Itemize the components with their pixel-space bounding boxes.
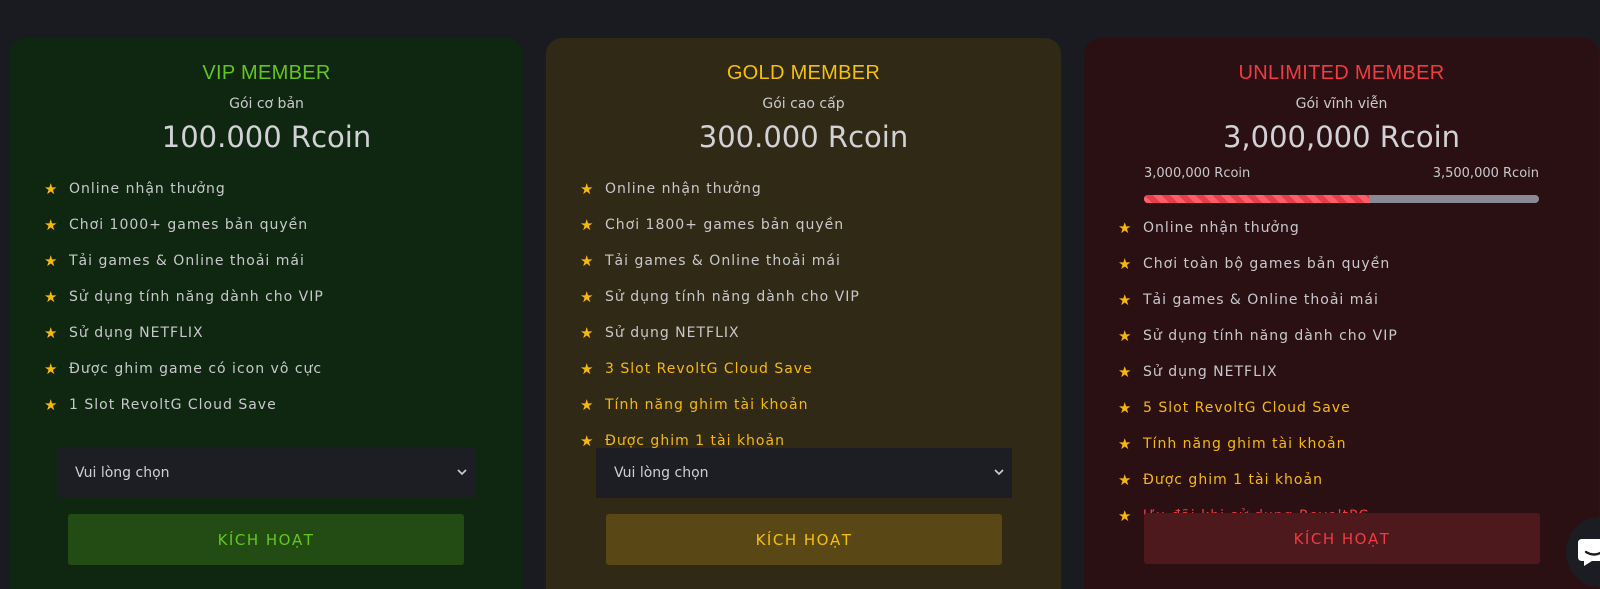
chevron-down-icon	[457, 469, 467, 476]
feature-item: ★ Online nhận thưởng	[580, 171, 1041, 207]
feature-label: Chơi 1000+ games bản quyền	[69, 217, 309, 233]
star-icon: ★	[1118, 327, 1133, 345]
select-value: Vui lòng chọn	[614, 465, 709, 481]
unlimited-member-card: UNLIMITED MEMBER Gói vĩnh viễn 3,000,000…	[1084, 38, 1599, 589]
feature-item: ★ Chơi toàn bộ games bản quyền	[1118, 246, 1579, 282]
feature-label: Sử dụng NETFLIX	[69, 325, 204, 341]
feature-list: ★ Online nhận thưởng ★ Chơi 1000+ games bả…	[44, 171, 503, 423]
vip-member-card: VIP MEMBER Gói cơ bản 100.000 Rcoin ★ Onl…	[10, 38, 523, 589]
feature-item-highlight: ★ Được ghim 1 tài khoản	[1118, 462, 1579, 498]
star-icon: ★	[580, 288, 595, 306]
card-price: 3,000,000 Rcoin	[1222, 120, 1461, 154]
star-icon: ★	[44, 216, 59, 234]
feature-label: 5 Slot RevoltG Cloud Save	[1143, 400, 1351, 416]
feature-label: Sử dụng NETFLIX	[1143, 364, 1278, 380]
feature-label: Tải games & Online thoải mái	[69, 253, 305, 269]
feature-item: ★ Chơi 1000+ games bản quyền	[44, 207, 503, 243]
star-icon: ★	[1118, 291, 1133, 309]
feature-label: Sử dụng tính năng dành cho VIP	[605, 289, 860, 305]
feature-item-highlight: ★ 3 Slot RevoltG Cloud Save	[580, 351, 1041, 387]
feature-item: ★ Sử dụng NETFLIX	[44, 315, 503, 351]
star-icon: ★	[580, 252, 595, 270]
star-icon: ★	[44, 180, 59, 198]
star-icon: ★	[44, 252, 59, 270]
feature-item: ★ Chơi 1800+ games bản quyền	[580, 207, 1041, 243]
feature-item: ★ Online nhận thưởng	[1118, 210, 1579, 246]
feature-label: Sử dụng tính năng dành cho VIP	[1143, 328, 1398, 344]
feature-label: Sử dụng tính năng dành cho VIP	[69, 289, 324, 305]
feature-label: 1 Slot RevoltG Cloud Save	[69, 397, 277, 413]
card-title: UNLIMITED MEMBER	[1238, 62, 1445, 84]
feature-label: Được ghim 1 tài khoản	[605, 433, 785, 449]
membership-page: VIP MEMBER Gói cơ bản 100.000 Rcoin ★ Onl…	[0, 0, 1600, 589]
feature-label: 3 Slot RevoltG Cloud Save	[605, 361, 813, 377]
star-icon: ★	[1118, 219, 1133, 237]
feature-item: ★ Sử dụng tính năng dành cho VIP	[580, 279, 1041, 315]
star-icon: ★	[1118, 363, 1133, 381]
progress-labels: 3,000,000 Rcoin 3,500,000 Rcoin	[1144, 166, 1539, 181]
feature-item: ★ Sử dụng tính năng dành cho VIP	[1118, 318, 1579, 354]
progress-fill	[1144, 195, 1370, 203]
star-icon: ★	[1118, 471, 1133, 489]
gold-member-card: GOLD MEMBER Gói cao cấp 300.000 Rcoin ★ O…	[546, 38, 1061, 589]
star-icon: ★	[44, 324, 59, 342]
feature-item: ★ 1 Slot RevoltG Cloud Save	[44, 387, 503, 423]
feature-label: Online nhận thưởng	[1143, 220, 1300, 236]
star-icon: ★	[44, 396, 59, 414]
feature-label: Tải games & Online thoải mái	[605, 253, 841, 269]
activate-button[interactable]: KÍCH HOẠT	[1144, 513, 1540, 564]
feature-label: Tính năng ghim tài khoản	[605, 397, 809, 413]
feature-label: Tính năng ghim tài khoản	[1143, 436, 1347, 452]
feature-list: ★ Online nhận thưởng ★ Chơi 1800+ games bả…	[580, 171, 1041, 459]
star-icon: ★	[1118, 435, 1133, 453]
star-icon: ★	[44, 360, 59, 378]
select-value: Vui lòng chọn	[75, 465, 170, 481]
activate-button[interactable]: KÍCH HOẠT	[606, 514, 1002, 565]
feature-item: ★ Tải games & Online thoải mái	[580, 243, 1041, 279]
activate-button[interactable]: KÍCH HOẠT	[68, 514, 464, 565]
feature-item: ★ Online nhận thưởng	[44, 171, 503, 207]
feature-item-highlight: ★ Tính năng ghim tài khoản	[580, 387, 1041, 423]
feature-list: ★ Online nhận thưởng ★ Chơi toàn bộ games …	[1118, 210, 1579, 534]
card-subtitle: Gói cao cấp	[762, 96, 845, 112]
card-price: 300.000 Rcoin	[698, 120, 909, 154]
progress-max-label: 3,500,000 Rcoin	[1432, 166, 1539, 181]
star-icon: ★	[580, 180, 595, 198]
star-icon: ★	[580, 396, 595, 414]
feature-label: Chơi toàn bộ games bản quyền	[1143, 256, 1391, 272]
progress-min-label: 3,000,000 Rcoin	[1144, 166, 1251, 181]
feature-label: Được ghim 1 tài khoản	[1143, 472, 1323, 488]
feature-label: Chơi 1800+ games bản quyền	[605, 217, 845, 233]
star-icon: ★	[1118, 507, 1133, 525]
star-icon: ★	[580, 216, 595, 234]
feature-label: Online nhận thưởng	[69, 181, 226, 197]
feature-item-highlight: ★ 5 Slot RevoltG Cloud Save	[1118, 390, 1579, 426]
feature-label: Tải games & Online thoải mái	[1143, 292, 1379, 308]
progress-bar	[1144, 195, 1539, 203]
feature-item: ★ Tải games & Online thoải mái	[44, 243, 503, 279]
star-icon: ★	[580, 324, 595, 342]
feature-item: ★ Sử dụng tính năng dành cho VIP	[44, 279, 503, 315]
chevron-down-icon	[994, 469, 1004, 476]
feature-item: ★ Được ghim game có icon vô cực	[44, 351, 503, 387]
feature-item: ★ Sử dụng NETFLIX	[1118, 354, 1579, 390]
card-title: VIP MEMBER	[202, 62, 331, 84]
feature-label: Online nhận thưởng	[605, 181, 762, 197]
star-icon: ★	[580, 360, 595, 378]
package-select[interactable]: Vui lòng chọn	[57, 448, 475, 498]
feature-item: ★ Sử dụng NETFLIX	[580, 315, 1041, 351]
feature-item: ★ Tải games & Online thoải mái	[1118, 282, 1579, 318]
card-subtitle: Gói cơ bản	[229, 96, 304, 112]
feature-label: Được ghim game có icon vô cực	[69, 361, 323, 377]
package-select[interactable]: Vui lòng chọn	[596, 448, 1012, 498]
card-price: 100.000 Rcoin	[161, 120, 372, 154]
star-icon: ★	[44, 288, 59, 306]
chat-icon	[1578, 539, 1600, 566]
card-subtitle: Gói vĩnh viễn	[1295, 96, 1388, 112]
feature-label: Sử dụng NETFLIX	[605, 325, 740, 341]
card-title: GOLD MEMBER	[726, 62, 881, 84]
star-icon: ★	[1118, 255, 1133, 273]
star-icon: ★	[1118, 399, 1133, 417]
feature-item-highlight: ★ Tính năng ghim tài khoản	[1118, 426, 1579, 462]
